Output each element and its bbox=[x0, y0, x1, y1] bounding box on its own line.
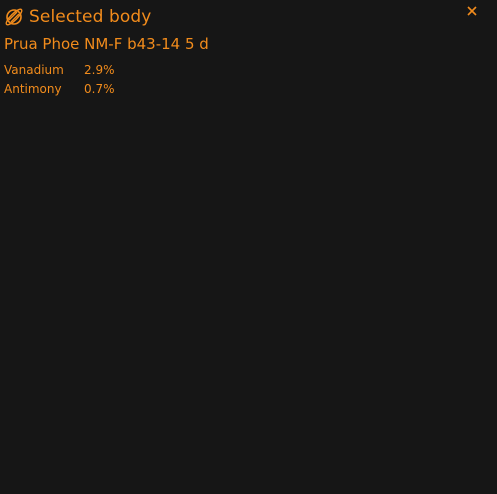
planet-icon bbox=[3, 6, 25, 28]
material-row: Vanadium 2.9% bbox=[4, 61, 124, 80]
panel-title: Selected body bbox=[29, 7, 152, 27]
material-percent: 0.7% bbox=[84, 82, 115, 96]
material-name: Vanadium bbox=[4, 63, 64, 77]
material-row: Antimony 0.7% bbox=[4, 80, 124, 99]
body-name: Prua Phoe NM-F b43-14 5 d bbox=[4, 35, 209, 53]
material-name: Antimony bbox=[4, 82, 62, 96]
close-icon[interactable] bbox=[463, 2, 481, 20]
panel-header: Selected body bbox=[3, 5, 151, 29]
materials-list: Vanadium 2.9% Antimony 0.7% bbox=[4, 61, 124, 99]
selected-body-panel: Selected body Prua Phoe NM-F b43-14 5 d … bbox=[0, 0, 497, 494]
material-percent: 2.9% bbox=[84, 63, 115, 77]
